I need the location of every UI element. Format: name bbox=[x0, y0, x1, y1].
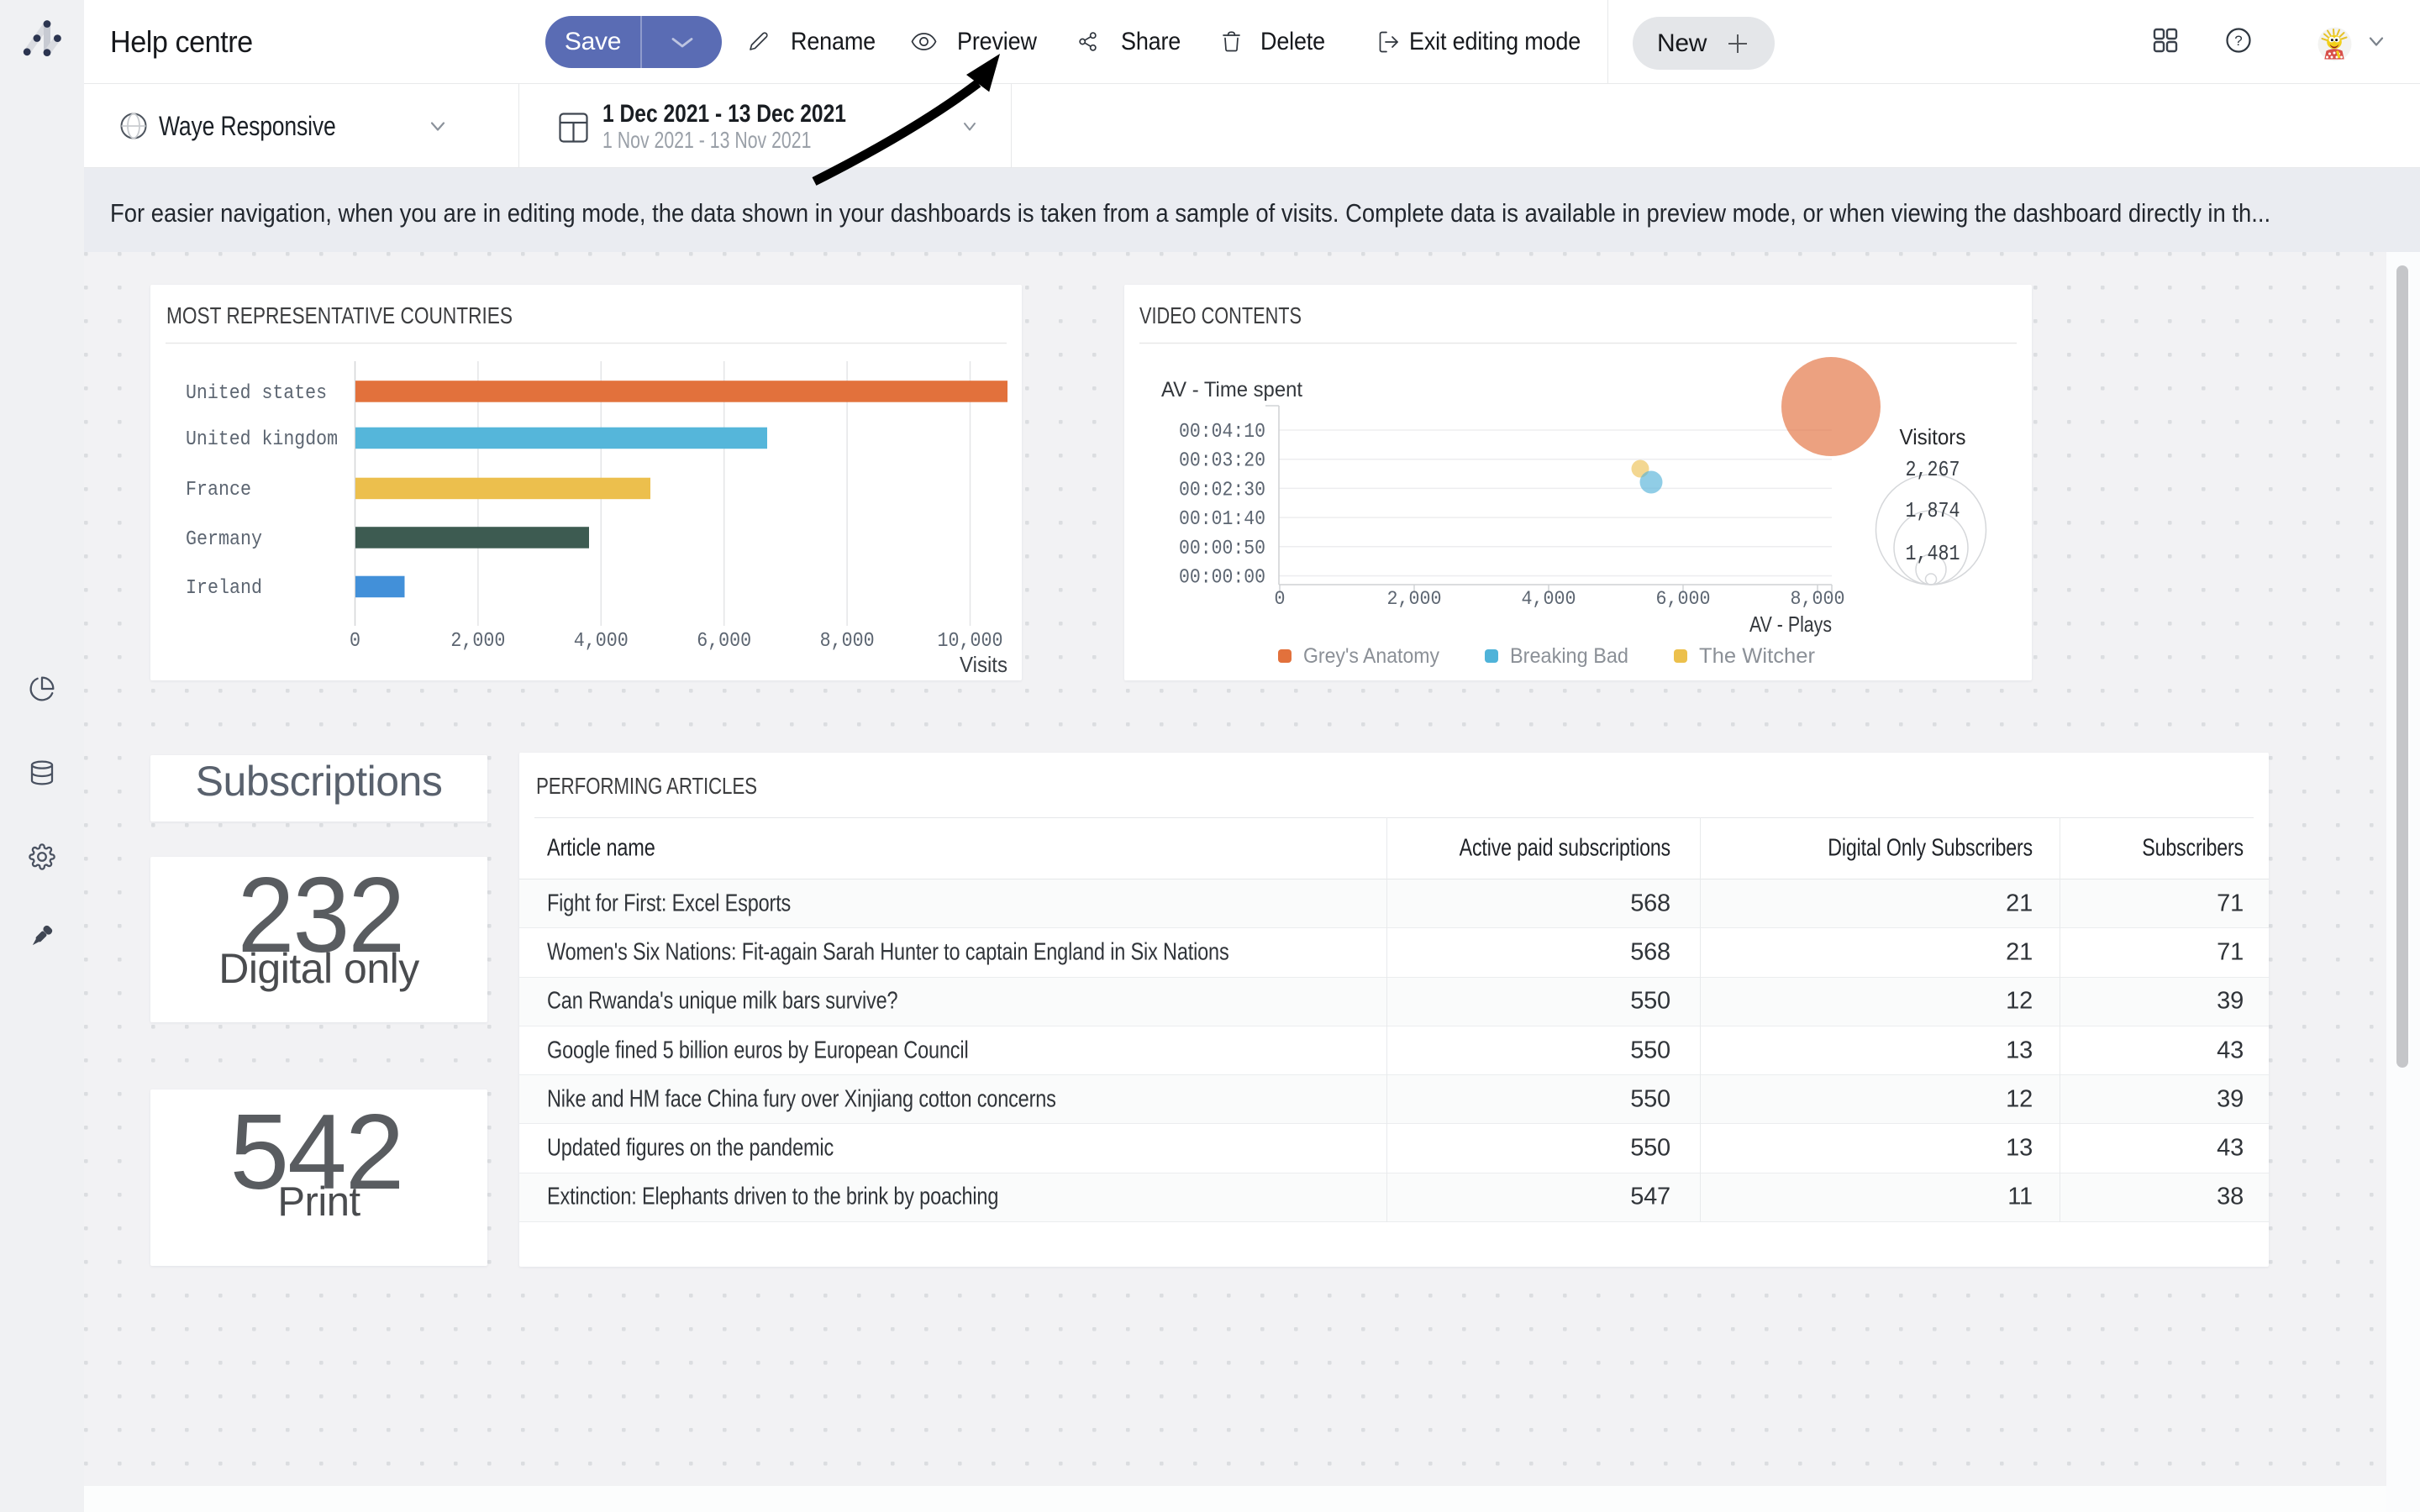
svg-text:?: ? bbox=[2234, 33, 2242, 49]
svg-text:AV - Plays: AV - Plays bbox=[1749, 612, 1832, 637]
svg-text:4,000: 4,000 bbox=[574, 630, 629, 653]
svg-text:10,000: 10,000 bbox=[938, 630, 1003, 653]
svg-text:AV - Time spent: AV - Time spent bbox=[1161, 378, 1302, 402]
svg-text:2,267: 2,267 bbox=[1906, 457, 1960, 482]
svg-text:France: France bbox=[186, 479, 251, 501]
svg-text:0: 0 bbox=[1275, 588, 1286, 610]
svg-text:2,000: 2,000 bbox=[450, 630, 505, 653]
svg-text:Visitors: Visitors bbox=[1900, 424, 1966, 449]
svg-text:2,000: 2,000 bbox=[1387, 588, 1442, 610]
svg-text:00:00:00: 00:00:00 bbox=[1179, 567, 1265, 590]
svg-text:6,000: 6,000 bbox=[1656, 588, 1711, 610]
svg-text:United kingdom: United kingdom bbox=[186, 428, 338, 451]
svg-text:Breaking Bad: Breaking Bad bbox=[1510, 644, 1628, 668]
svg-text:00:01:40: 00:01:40 bbox=[1179, 508, 1265, 531]
svg-text:6,000: 6,000 bbox=[697, 630, 751, 653]
svg-text:00:00:50: 00:00:50 bbox=[1179, 538, 1265, 560]
svg-text:United states: United states bbox=[186, 382, 327, 405]
svg-text:Visits: Visits bbox=[960, 652, 1007, 677]
svg-text:00:04:10: 00:04:10 bbox=[1179, 421, 1265, 444]
svg-text:Grey's Anatomy: Grey's Anatomy bbox=[1303, 644, 1439, 668]
svg-text:8,000: 8,000 bbox=[820, 630, 875, 653]
svg-text:Ireland: Ireland bbox=[186, 577, 262, 600]
svg-text:VIDEO CONTENTS: VIDEO CONTENTS bbox=[1139, 302, 1302, 328]
svg-text:8,000: 8,000 bbox=[1791, 588, 1845, 610]
svg-text:00:03:20: 00:03:20 bbox=[1179, 450, 1265, 473]
svg-text:1,481: 1,481 bbox=[1906, 541, 1960, 566]
svg-text:Germany: Germany bbox=[186, 528, 262, 551]
svg-text:The Witcher: The Witcher bbox=[1699, 644, 1815, 668]
svg-text:4,000: 4,000 bbox=[1522, 588, 1576, 610]
svg-text:MOST REPRESENTATIVE COUNTRIES: MOST REPRESENTATIVE COUNTRIES bbox=[166, 302, 513, 328]
svg-text:0: 0 bbox=[350, 630, 360, 653]
svg-text:1,874: 1,874 bbox=[1906, 498, 1960, 523]
svg-text:00:02:30: 00:02:30 bbox=[1179, 479, 1265, 501]
